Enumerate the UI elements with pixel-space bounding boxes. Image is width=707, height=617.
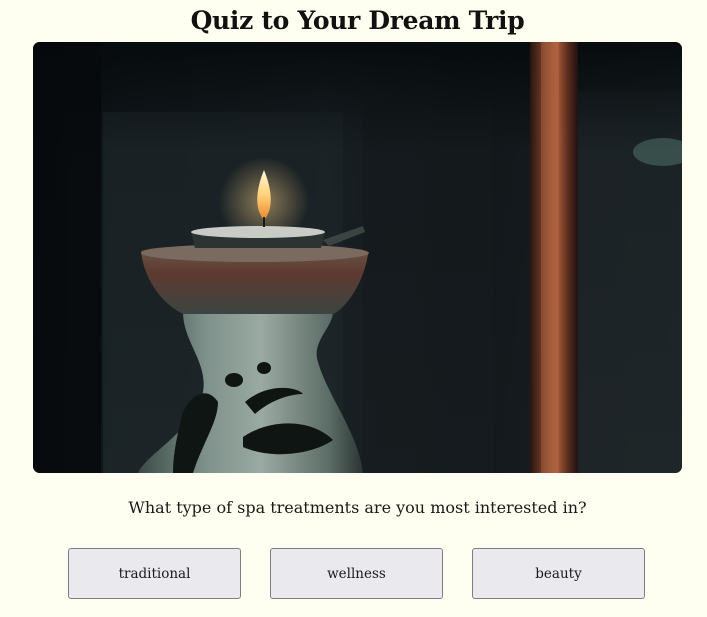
quiz-title: Quiz to Your Dream Trip bbox=[190, 6, 525, 35]
question-text: What type of spa treatments are you most… bbox=[128, 498, 587, 517]
answer-beauty-button[interactable]: beauty bbox=[472, 548, 645, 599]
hero-image bbox=[33, 42, 682, 473]
answer-wellness-button[interactable]: wellness bbox=[270, 548, 443, 599]
answer-traditional-button[interactable]: traditional bbox=[68, 548, 241, 599]
